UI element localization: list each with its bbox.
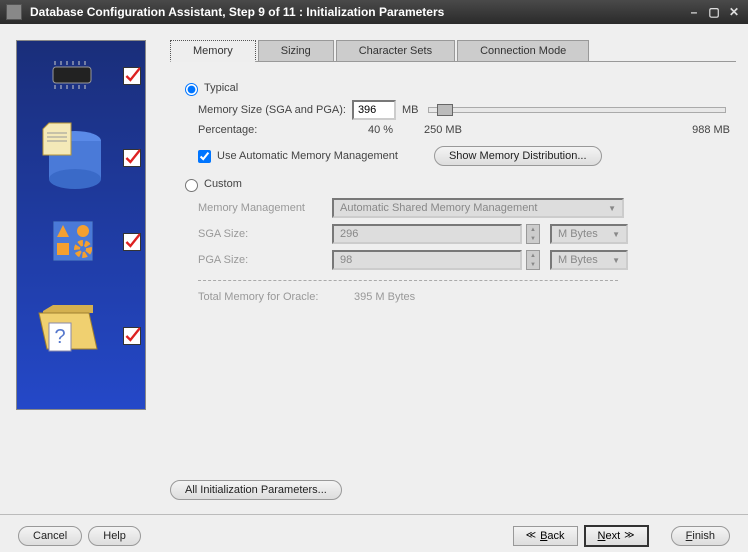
percentage-value: 40 % [368,124,424,136]
wizard-sidebar: ? [16,40,146,410]
percentage-label: Percentage: [198,124,368,136]
typical-label: Typical [204,82,238,94]
all-initialization-parameters-button[interactable]: All Initialization Parameters... [170,480,342,500]
titlebar: Database Configuration Assistant, Step 9… [0,0,748,24]
memory-management-select: Automatic Shared Memory Management ▼ [332,198,624,218]
auto-memory-label: Use Automatic Memory Management [217,150,398,162]
slider-max-label: 988 MB [692,124,730,136]
memory-size-input[interactable] [352,100,396,120]
pga-size-label: PGA Size: [198,254,328,266]
next-button[interactable]: Next ≫ [584,525,649,547]
memory-slider[interactable] [428,107,726,113]
pga-spinner: ▲▼ [526,250,540,270]
chevron-down-icon: ▼ [608,204,616,213]
step-check-3 [123,233,141,251]
back-button[interactable]: ≪ Back [513,526,578,546]
tab-bar: Memory Sizing Character Sets Connection … [170,40,736,62]
minimize-button[interactable]: – [686,4,702,20]
help-folder-icon: ? [35,301,99,359]
database-folder-icon [35,121,105,191]
memory-panel: Typical Memory Size (SGA and PGA): MB Pe… [170,62,736,313]
slider-min-label: 250 MB [424,124,484,136]
total-memory-value: 395 M Bytes [354,291,415,303]
chevron-left-icon: ≪ [526,530,536,541]
maximize-button[interactable]: ▢ [706,4,722,20]
memory-management-value: Automatic Shared Memory Management [340,202,537,214]
sga-size-label: SGA Size: [198,228,328,240]
tab-sizing[interactable]: Sizing [258,40,334,61]
memory-size-unit: MB [402,104,419,116]
auto-memory-checkbox[interactable] [198,150,211,163]
sga-spinner: ▲▼ [526,224,540,244]
close-button[interactable]: ✕ [726,4,742,20]
pga-size-input: 98 [332,250,522,270]
memory-management-label: Memory Management [198,202,328,214]
chevron-down-icon: ▼ [612,230,620,239]
shapes-icon [53,221,93,261]
window-title: Database Configuration Assistant, Step 9… [30,5,682,19]
custom-label: Custom [204,178,242,190]
chip-icon [47,59,99,91]
total-memory-label: Total Memory for Oracle: [198,291,348,303]
pga-unit-select: M Bytes ▼ [550,250,628,270]
cancel-button[interactable]: Cancel [18,526,82,546]
separator [198,280,618,281]
chevron-down-icon: ▼ [612,256,620,265]
radio-typical[interactable] [185,83,198,96]
tab-connection-mode[interactable]: Connection Mode [457,40,589,61]
memory-size-label: Memory Size (SGA and PGA): [198,104,346,116]
step-check-4 [123,327,141,345]
tab-character-sets[interactable]: Character Sets [336,40,455,61]
chevron-right-icon: ≫ [624,530,634,541]
radio-custom[interactable] [185,179,198,192]
sga-unit-select: M Bytes ▼ [550,224,628,244]
finish-button[interactable]: Finish [671,526,730,546]
step-check-2 [123,149,141,167]
wizard-footer: Cancel Help ≪ Back Next ≫ Finish [0,514,748,552]
svg-text:?: ? [54,326,65,348]
sga-size-input: 296 [332,224,522,244]
tab-memory[interactable]: Memory [170,40,256,62]
help-button[interactable]: Help [88,526,141,546]
show-memory-distribution-button[interactable]: Show Memory Distribution... [434,146,602,166]
step-check-1 [123,67,141,85]
app-icon [6,4,22,20]
memory-slider-thumb[interactable] [437,104,453,116]
